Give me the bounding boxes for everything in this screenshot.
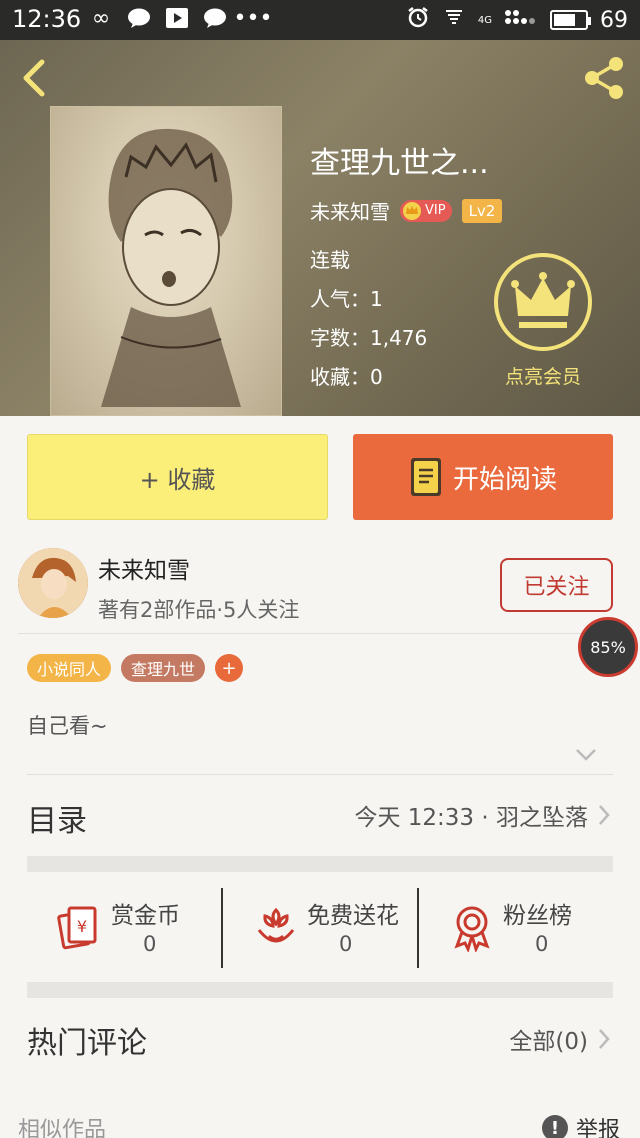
status-time: 12:36 [12,5,82,33]
section-separator [27,982,613,998]
stat-free-flowers[interactable]: 免费送花 0 [221,888,417,968]
divider [27,774,613,775]
collect-button[interactable]: + 收藏 [27,434,328,520]
add-tag-button[interactable]: + [215,654,244,682]
stat-value: 0 [339,932,353,956]
divider [18,633,614,634]
tag-item[interactable]: 查理九世 [121,654,206,682]
author-card-meta: 著有2部作品·5人关注 [98,598,300,622]
book-title: 查理九世之... [310,146,489,181]
chat-bubble-icon [126,6,152,30]
book-icon [410,458,441,496]
report-button[interactable]: ! 举报 [541,1112,620,1138]
stat-label: 粉丝榜 [503,903,572,929]
section-separator [27,856,613,872]
stat-label: 赏金币 [111,903,180,929]
chevron-right-icon [599,1029,610,1049]
crown-icon [494,253,592,351]
red-envelope-icon: ¥ [57,906,97,950]
author-card-name[interactable]: 未来知雪 [98,551,190,585]
status-bar: 12:36 ∞ ••• 4G 69 [0,0,640,40]
cover-illustration [101,128,241,407]
author-name[interactable]: 未来知雪 [310,196,390,225]
book-description: 自己看~ [27,714,108,738]
back-button[interactable] [16,58,56,98]
book-popularity: 人气：1 [310,287,383,311]
back-arrow-icon [23,59,45,97]
author-row: 未来知雪 VIP Lv2 [310,196,503,225]
stat-fan-ranking[interactable]: 粉丝榜 0 [417,888,613,968]
similar-works-title: 相似作品 [18,1118,107,1138]
stat-reward-coins[interactable]: ¥ 赏金币 0 [27,888,221,968]
membership-label[interactable]: 点亮会员 [493,362,593,389]
alert-icon: ! [541,1115,568,1138]
start-reading-button[interactable]: 开始阅读 [353,434,613,520]
vip-label: VIP [425,203,446,218]
toc-latest-chapter[interactable]: 今天 12:33 · 羽之坠落 [354,798,610,832]
start-reading-label: 开始阅读 [452,464,557,495]
level-badge: Lv2 [461,198,503,223]
follow-button[interactable]: 已关注 [500,558,613,612]
book-cover[interactable] [50,106,282,416]
stat-label: 免费送花 [307,903,399,929]
svg-text:¥: ¥ [77,917,87,936]
avatar-illustration [18,548,88,618]
book-hero: 查理九世之... 未来知雪 VIP Lv2 连载 人气：1 字数：1,476 收… [0,40,640,416]
status-notification-icons: ∞ ••• [88,5,273,31]
tag-list: 小说同人 查理九世 + [27,654,244,682]
stats-row: ¥ 赏金币 0 免费送花 0 粉丝榜 0 [27,888,613,968]
avatar[interactable] [18,548,88,618]
book-word-count: 字数：1,476 [310,326,428,350]
toc-label[interactable]: 目录 [27,796,87,840]
alarm-icon [406,5,430,35]
battery-percent: 69 [600,7,628,33]
vip-crown-icon [403,201,421,220]
chat-bubble-icon [202,6,228,30]
chevron-down-icon[interactable] [575,748,597,762]
share-icon [585,57,623,99]
medal-icon [454,906,490,952]
membership-button[interactable] [493,252,593,352]
vibrate-icon [442,5,466,35]
network-4g-icon: 4G [477,14,492,26]
tag-item[interactable]: 小说同人 [27,654,112,682]
video-play-icon [164,6,190,30]
toc-latest-text: 今天 12:33 · 羽之坠落 [354,805,588,831]
book-favorites: 收藏：0 [310,365,383,389]
book-status: 连载 [310,248,350,272]
share-button[interactable] [580,56,628,100]
chevron-right-icon [599,805,610,825]
hot-comments-title: 热门评论 [27,1026,147,1061]
infinity-icon: ∞ [91,5,111,31]
more-dots-icon: ••• [233,5,273,31]
status-right: 4G 69 [406,5,628,35]
vip-badge: VIP [400,199,452,222]
stat-value: 0 [535,932,549,956]
stat-value: 0 [143,932,157,956]
report-label: 举报 [575,1118,620,1138]
signal-icon [504,7,538,33]
battery-icon [550,10,591,30]
progress-badge[interactable]: 85% [578,617,638,677]
flower-icon [257,907,295,943]
all-comments-label: 全部(0) [509,1029,588,1055]
all-comments-link[interactable]: 全部(0) [509,1022,610,1056]
